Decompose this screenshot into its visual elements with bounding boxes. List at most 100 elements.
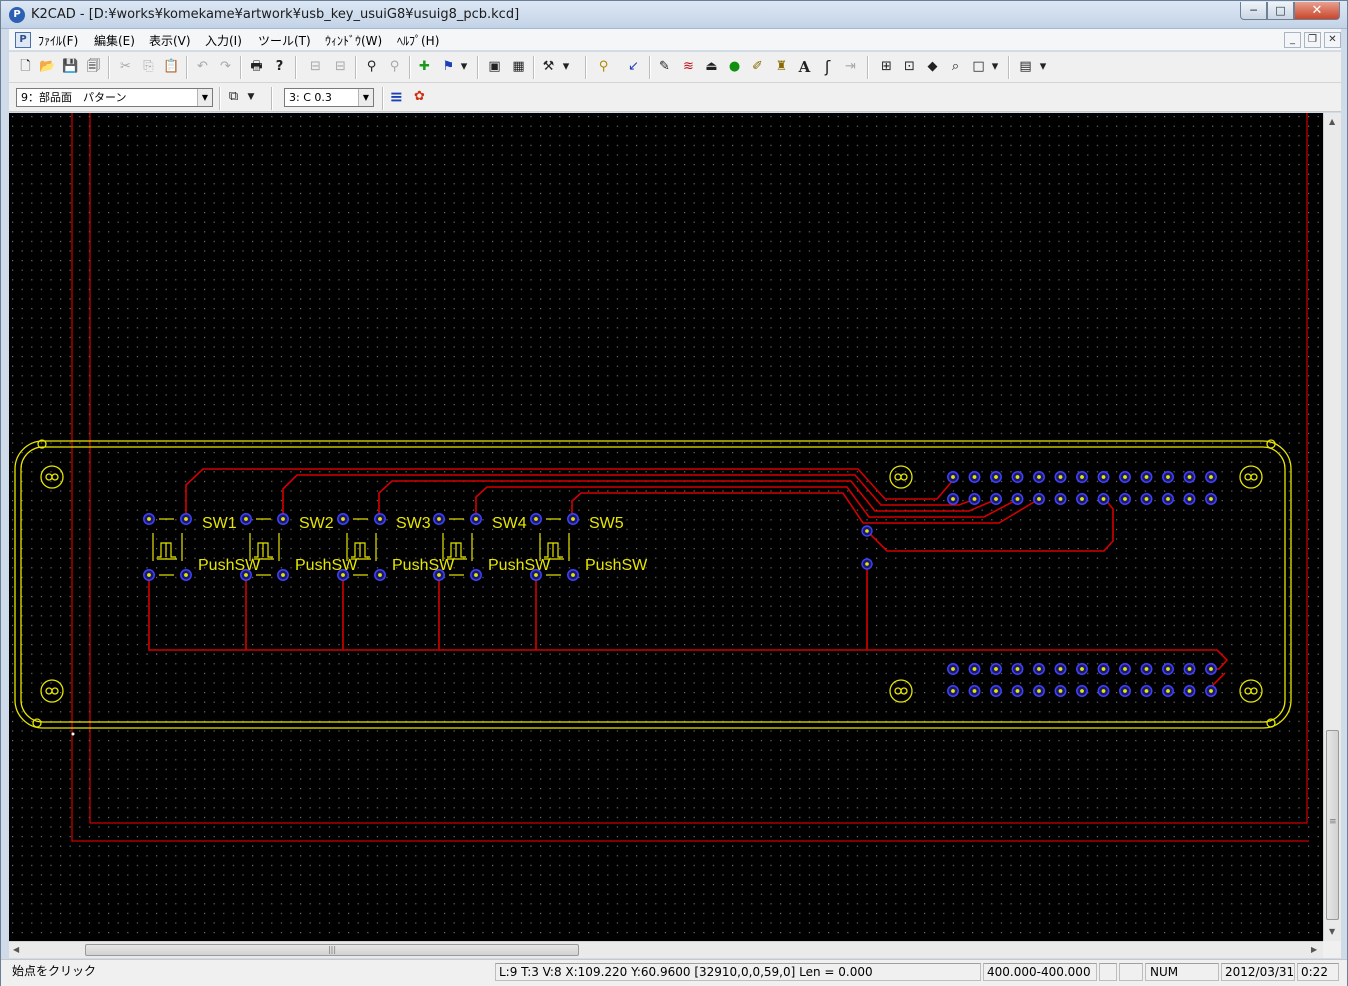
- pad: [1205, 663, 1217, 675]
- maximize-button[interactable]: □: [1267, 2, 1294, 20]
- pad: [530, 569, 542, 581]
- layer-mode-dropdown-icon[interactable]: ▼: [245, 87, 257, 108]
- print-icon[interactable]: 🖶: [246, 57, 267, 78]
- pad: [1205, 471, 1217, 483]
- pad: [567, 569, 579, 581]
- toolbar-separator: [585, 56, 587, 79]
- pad: [1097, 471, 1110, 483]
- text-icon[interactable]: A: [794, 57, 815, 78]
- component-icon[interactable]: ⏏: [701, 57, 722, 78]
- pad: [1097, 663, 1110, 675]
- lines-icon[interactable]: ≡: [386, 87, 407, 108]
- layer-up-icon[interactable]: ⊟: [305, 57, 326, 78]
- switch-value-label: PushSW: [488, 557, 551, 574]
- pad: [1011, 663, 1024, 675]
- flag-icon[interactable]: ⚑: [438, 57, 459, 78]
- pad-icon[interactable]: ●: [724, 57, 745, 78]
- menu-edit[interactable]: 編集(E): [94, 32, 135, 49]
- add-part-icon[interactable]: ✚: [414, 57, 435, 78]
- flag-dropdown-icon[interactable]: ▾: [458, 57, 470, 78]
- zoom-in-icon[interactable]: ⊞: [876, 57, 897, 78]
- document-icon[interactable]: P: [15, 32, 31, 48]
- pad: [337, 569, 349, 581]
- pad: [1140, 493, 1153, 505]
- arc-icon[interactable]: ʃ: [817, 57, 838, 78]
- toolbar-separator: [186, 56, 188, 79]
- pad: [240, 569, 252, 581]
- select-icon[interactable]: ⚲: [593, 57, 614, 78]
- hammer-icon[interactable]: ⚒: [538, 57, 559, 78]
- menu-file[interactable]: ﾌｧｲﾙ(F): [38, 32, 78, 49]
- scroll-down-arrow-icon[interactable]: ▼: [1329, 927, 1335, 936]
- close-button[interactable]: ✕: [1294, 2, 1340, 20]
- layer-mode-icon[interactable]: ⧉: [223, 87, 244, 108]
- scroll-left-arrow-icon[interactable]: ◀: [13, 945, 19, 954]
- pad: [1162, 663, 1174, 675]
- width-select[interactable]: 3: C 0.3 ▼: [284, 88, 374, 107]
- chevron-down-icon[interactable]: ▼: [197, 89, 212, 106]
- pcb-canvas[interactable]: SW1 PushSW SW2 PushSW SW3 PushSW SW4 PushSW SW5 P…: [9, 113, 1323, 941]
- mdi-minimize-button[interactable]: _: [1284, 32, 1301, 48]
- brush-icon[interactable]: ✐: [747, 57, 768, 78]
- pan-icon[interactable]: ◆: [922, 57, 943, 78]
- switch-ref-label: SW4: [492, 515, 527, 532]
- layer-select[interactable]: 9：部品面 パターン ▼: [16, 88, 213, 107]
- toolbar-separator: [649, 56, 651, 79]
- open-folder-icon[interactable]: 📂: [37, 57, 58, 78]
- layer-down-icon[interactable]: ⊟: [330, 57, 351, 78]
- redo-icon[interactable]: ↷: [215, 57, 236, 78]
- trace-icon[interactable]: ≋: [678, 57, 699, 78]
- hammer-dropdown-icon[interactable]: ▾: [560, 57, 572, 78]
- scroll-right-arrow-icon[interactable]: ▶: [1311, 945, 1317, 954]
- pointer-icon[interactable]: ↙: [623, 57, 644, 78]
- find-next-icon[interactable]: ⚲: [384, 57, 405, 78]
- vertical-scroll-thumb[interactable]: ≡: [1326, 730, 1339, 920]
- window-dropdown-icon[interactable]: ▾: [989, 57, 1001, 78]
- layer-toolbar: 9：部品面 パターン ▼ ⧉ ▼ 3: C 0.3 ▼ ≡ ✿: [9, 83, 1341, 112]
- app-icon[interactable]: P: [9, 7, 25, 23]
- menu-input[interactable]: 入力(I): [205, 32, 242, 49]
- via-icon[interactable]: ⇥: [840, 57, 861, 78]
- help-icon[interactable]: ?: [269, 57, 290, 78]
- toolbar-separator: [295, 56, 297, 79]
- vertical-scrollbar[interactable]: ▲ ≡ ▼: [1323, 113, 1341, 941]
- pad: [1183, 663, 1196, 675]
- zoom-icon[interactable]: ⌕: [945, 57, 966, 78]
- cut-icon[interactable]: ✂: [115, 57, 136, 78]
- mdi-restore-button[interactable]: ❐: [1304, 32, 1321, 48]
- mdi-close-button[interactable]: ✕: [1324, 32, 1341, 48]
- paste-icon[interactable]: 📋: [161, 57, 182, 78]
- minimize-button[interactable]: ─: [1240, 2, 1267, 20]
- layout-icon[interactable]: ▤: [1015, 57, 1036, 78]
- pcb-drawing[interactable]: SW1 PushSW SW2 PushSW SW3 PushSW SW4 PushSW SW5 P…: [9, 113, 1323, 941]
- chevron-down-icon[interactable]: ▼: [358, 89, 373, 106]
- horizontal-scrollbar[interactable]: ◀ ||| ▶: [9, 941, 1323, 958]
- layout-dropdown-icon[interactable]: ▾: [1037, 57, 1049, 78]
- view-icon[interactable]: ▣: [484, 57, 505, 78]
- pencil-icon[interactable]: ✎: [654, 57, 675, 78]
- undo-icon[interactable]: ↶: [192, 57, 213, 78]
- colors-icon[interactable]: ✿: [409, 87, 430, 108]
- title-bar[interactable]: P K2CAD - [D:¥works¥komekame¥artwork¥usb…: [1, 1, 1347, 29]
- window-icon[interactable]: □: [968, 57, 989, 78]
- save-icon[interactable]: 💾: [60, 57, 81, 78]
- scroll-up-arrow-icon[interactable]: ▲: [1329, 117, 1335, 126]
- pad: [470, 513, 482, 525]
- save-all-icon[interactable]: 🗐: [83, 57, 104, 78]
- trophy-icon[interactable]: ♜: [771, 57, 792, 78]
- new-file-icon[interactable]: 🗋: [15, 57, 36, 78]
- pad: [1076, 663, 1088, 675]
- status-caps-indicator: [1099, 963, 1117, 981]
- scroll-grip-icon: ≡: [1329, 817, 1337, 827]
- pad: [180, 513, 192, 525]
- grid-icon[interactable]: ▦: [508, 57, 529, 78]
- menu-tools[interactable]: ツール(T): [258, 32, 311, 49]
- copy-icon[interactable]: ⎘: [138, 57, 159, 78]
- find-icon[interactable]: ⚲: [361, 57, 382, 78]
- zoom-out-icon[interactable]: ⊡: [899, 57, 920, 78]
- horizontal-scroll-thumb[interactable]: |||: [85, 944, 579, 956]
- switch-ref-label: SW3: [396, 515, 431, 532]
- menu-view[interactable]: 表示(V): [149, 32, 191, 49]
- menu-help[interactable]: ﾍﾙﾌﾟ(H): [397, 32, 439, 49]
- menu-window[interactable]: ｳｨﾝﾄﾞｳ(W): [325, 32, 382, 49]
